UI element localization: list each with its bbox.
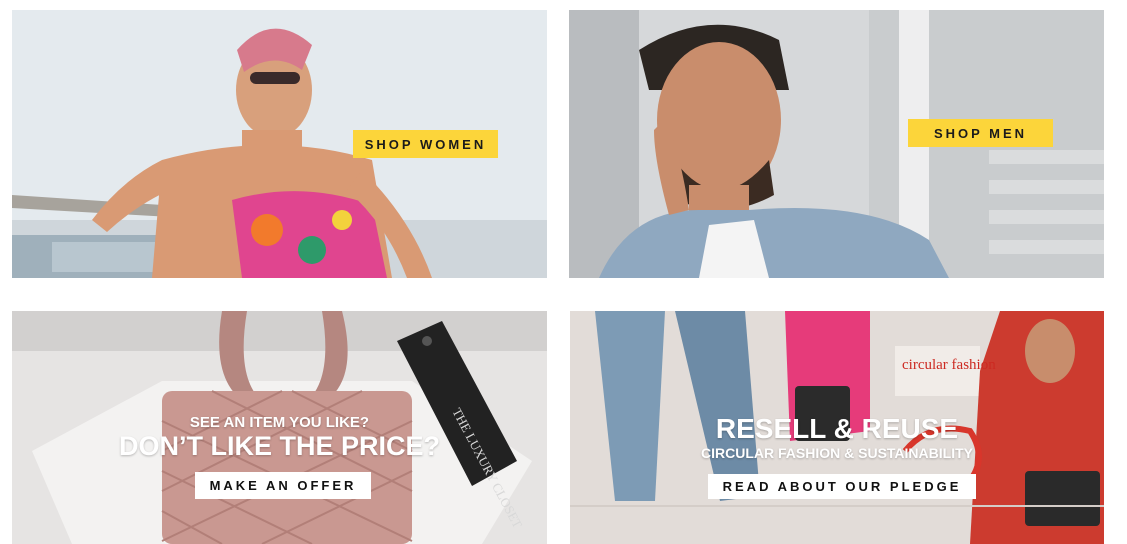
resell-headline: RESELL & REUSE [715,413,959,444]
offer-eyebrow-text: SEE AN ITEM YOU LIKE? [189,414,370,431]
offer-headline: DON’T LIKE THE PRICE? [118,431,440,461]
shop-men-button[interactable]: SHOP MEN [908,119,1053,147]
make-an-offer-banner[interactable]: THE LUXURY CLOSET SEE AN ITEM YOU LIKE? … [12,311,547,544]
make-an-offer-button[interactable]: MAKE AN OFFER [195,472,371,499]
resell-subheadline: CIRCULAR FASHION & SUSTAINABILITY [701,445,973,461]
read-pledge-button[interactable]: READ ABOUT OUR PLEDGE [708,474,976,499]
shop-men-banner[interactable]: SHOP MEN [569,10,1104,278]
shop-women-banner[interactable]: SHOP WOMEN [12,10,547,278]
resell-reuse-banner[interactable]: circular fashion RESELL & REUSE CIRCULAR… [570,311,1104,544]
shop-women-button[interactable]: SHOP WOMEN [353,130,498,158]
circular-fashion-sticker: circular fashion [902,357,996,373]
